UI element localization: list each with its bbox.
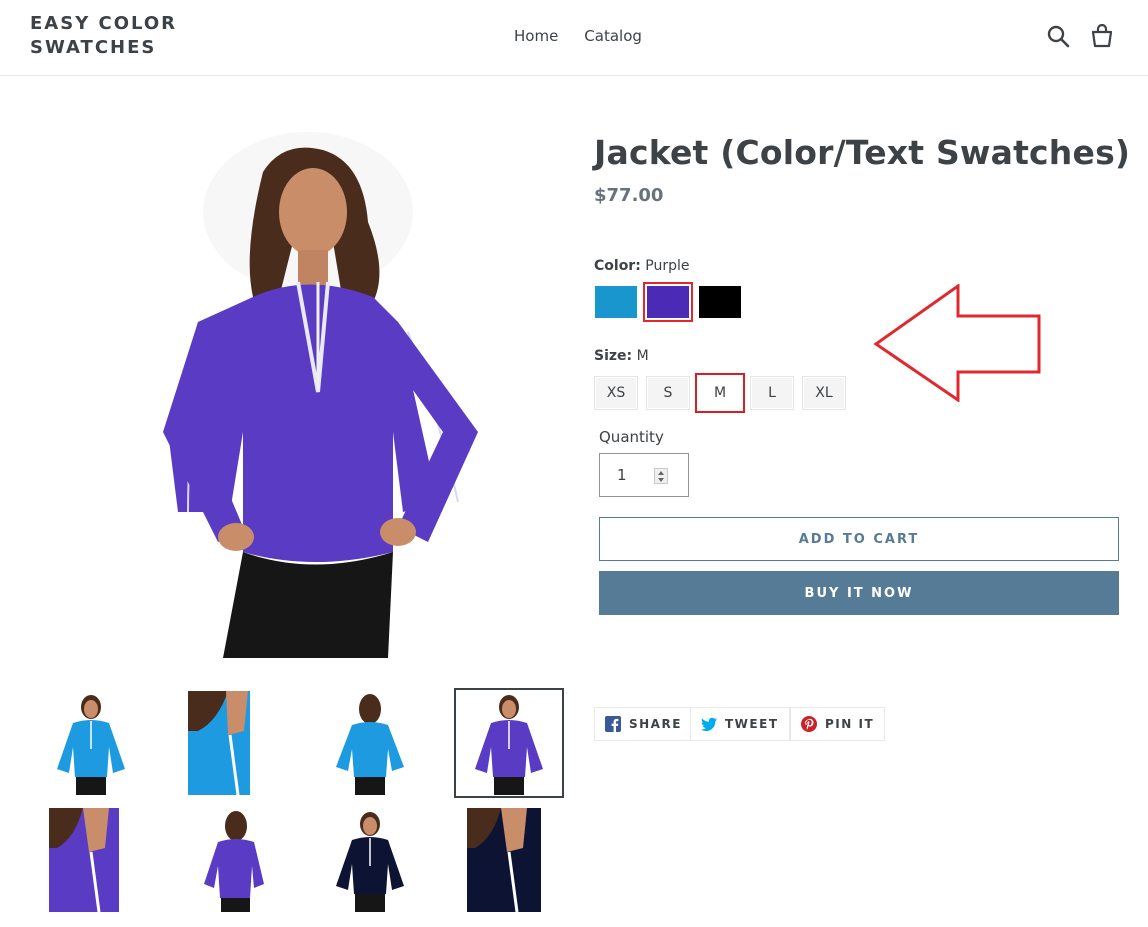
product-thumbnail[interactable]: [36, 688, 146, 798]
twitter-icon: [701, 717, 717, 731]
color-swatch-purple[interactable]: [643, 282, 693, 322]
buy-it-now-button[interactable]: BUY IT NOW: [599, 571, 1119, 615]
share-twitter-button[interactable]: TWEET: [690, 707, 790, 741]
product-price: $77.00: [594, 185, 664, 206]
size-option-xl[interactable]: XL: [802, 376, 846, 410]
color-selected-value: Purple: [645, 258, 690, 274]
site-header: EASY COLOR SWATCHES Home Catalog: [0, 0, 1148, 76]
search-icon[interactable]: [1046, 24, 1070, 48]
share-pinterest-label: PIN IT: [825, 717, 875, 731]
product-thumbnail[interactable]: [175, 688, 285, 798]
quantity-stepper[interactable]: [654, 468, 668, 484]
pinterest-icon: [801, 716, 817, 732]
share-twitter-label: TWEET: [725, 717, 779, 731]
color-label: Color:: [594, 258, 641, 274]
share-facebook-button[interactable]: SHARE: [594, 707, 693, 741]
share-facebook-label: SHARE: [629, 717, 682, 731]
nav-home-link[interactable]: Home: [514, 26, 558, 46]
product-main-image: [158, 132, 480, 658]
product-thumbnail[interactable]: [315, 805, 425, 915]
color-swatch-black[interactable]: [699, 286, 741, 318]
cart-icon[interactable]: [1090, 24, 1114, 48]
annotation-arrow-icon: [872, 284, 1042, 402]
stepper-down-icon[interactable]: [658, 478, 664, 482]
facebook-icon: [605, 716, 621, 732]
add-to-cart-button[interactable]: ADD TO CART: [599, 517, 1119, 561]
product-thumbnail-selected[interactable]: [454, 688, 564, 798]
color-swatch-blue[interactable]: [595, 286, 637, 318]
size-option-xs[interactable]: XS: [594, 376, 638, 410]
main-nav: Home Catalog: [514, 26, 642, 46]
product-thumbnail[interactable]: [36, 805, 146, 915]
store-logo[interactable]: EASY COLOR SWATCHES: [30, 12, 220, 60]
quantity-input[interactable]: 1: [599, 453, 689, 497]
share-pinterest-button[interactable]: PIN IT: [790, 707, 886, 741]
product-thumbnail[interactable]: [454, 805, 564, 915]
size-option-label: Size: M: [594, 346, 649, 366]
nav-catalog-link[interactable]: Catalog: [584, 26, 642, 46]
size-option-l[interactable]: L: [750, 376, 794, 410]
size-option-s[interactable]: S: [646, 376, 690, 410]
size-label: Size:: [594, 348, 633, 364]
product-title: Jacket (Color/Text Swatches): [594, 133, 1131, 172]
size-option-m[interactable]: M: [695, 373, 745, 413]
stepper-up-icon[interactable]: [658, 471, 664, 475]
size-selected-value: M: [636, 348, 649, 364]
color-option-label: Color: Purple: [594, 256, 689, 276]
product-thumbnail[interactable]: [315, 688, 425, 798]
quantity-value: 1: [617, 466, 627, 484]
quantity-label: Quantity: [599, 428, 664, 446]
product-thumbnail[interactable]: [175, 805, 285, 915]
